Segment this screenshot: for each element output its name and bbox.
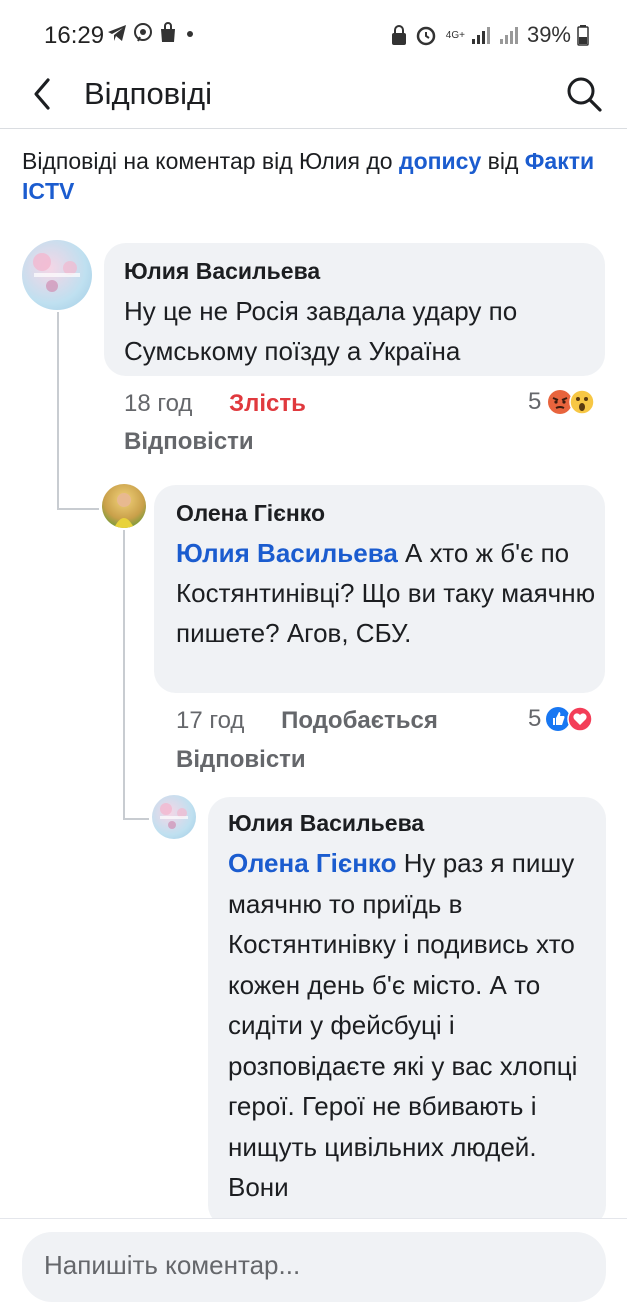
avatar[interactable] — [22, 240, 92, 310]
comment-text-container: Олена Гієнко Ну раз я пишу маячню то при… — [228, 843, 588, 1208]
shopping-bag-icon — [161, 22, 175, 42]
search-icon — [567, 77, 602, 112]
status-bar: 16:29 4G+ 39% — [0, 0, 627, 68]
comment-author[interactable]: Олена Гієнко — [176, 500, 325, 527]
reaction-button[interactable]: Подобається — [281, 707, 438, 734]
comment-author[interactable]: Юлия Васильева — [124, 258, 320, 285]
back-button[interactable] — [26, 72, 66, 116]
post-link[interactable]: допису — [399, 148, 481, 174]
reaction-count: 5 — [528, 705, 542, 732]
comment-bubble[interactable]: Юлия Васильева Ну це не Росія завдала уд… — [104, 243, 605, 376]
comment-meta: 18 год Злість — [124, 390, 306, 418]
avatar-image — [114, 493, 134, 528]
lock-icon — [391, 25, 406, 45]
network-type: 4G+ — [445, 29, 465, 41]
comment-text: Ну це не Росія завдала удару по Сумськом… — [124, 296, 518, 366]
love-icon — [567, 706, 594, 732]
mention-link[interactable]: Юлия Васильева — [176, 538, 398, 568]
mention-link[interactable]: Олена Гієнко — [228, 848, 396, 878]
battery-icon — [577, 25, 589, 46]
battery-percent: 39% — [526, 22, 571, 47]
page-title: Відповіді — [84, 76, 213, 111]
comment-text-container: Юлия Васильева А хто ж б'є по Костянтині… — [176, 533, 596, 653]
thread-line — [57, 312, 59, 510]
comment-bubble[interactable]: Олена Гієнко Юлия Васильева А хто ж б'є … — [154, 485, 605, 693]
status-time: 16:29 — [44, 22, 105, 49]
avatar-image — [33, 253, 80, 292]
top-app-bar: Відповіді — [0, 68, 627, 129]
context-middle: від — [481, 148, 525, 174]
reaction-count: 5 — [528, 388, 542, 415]
comment-time: 17 год — [176, 707, 245, 734]
viber-icon — [134, 23, 152, 42]
reaction-button[interactable]: Злість — [229, 390, 306, 417]
avatar[interactable] — [102, 484, 146, 528]
wow-emoji — [569, 389, 596, 415]
telegram-icon — [108, 25, 126, 41]
comment-meta: 17 год Подобається — [176, 707, 438, 735]
search-button[interactable] — [562, 72, 606, 116]
reaction-summary[interactable]: 5 — [528, 388, 596, 416]
avatar[interactable] — [152, 795, 196, 839]
alarm-icon — [416, 26, 436, 46]
signal-icon — [471, 27, 490, 44]
reaction-summary[interactable]: 5 — [528, 705, 594, 733]
back-arrow-icon — [34, 78, 50, 110]
avatar-image — [160, 803, 188, 829]
comment-author[interactable]: Юлия Васильева — [228, 810, 424, 837]
reply-button[interactable]: Відповісти — [124, 428, 254, 456]
thread-line — [123, 530, 125, 820]
thread-line — [57, 508, 99, 510]
notification-dot-icon — [187, 31, 193, 37]
replies-context: Відповіді на коментар від Юлия до допису… — [22, 146, 612, 206]
comment-text: Ну раз я пишу маячню то приїдь в Костянт… — [228, 848, 578, 1202]
thread-line — [123, 818, 149, 820]
context-prefix: Відповіді на коментар від Юлия до — [22, 148, 399, 174]
signal-icon-2 — [499, 27, 518, 44]
comment-composer[interactable] — [22, 1232, 606, 1302]
comment-bubble[interactable]: Юлия Васильева Олена Гієнко Ну раз я пиш… — [208, 797, 606, 1227]
comment-time: 18 год — [124, 390, 193, 417]
reply-button[interactable]: Відповісти — [176, 746, 306, 774]
